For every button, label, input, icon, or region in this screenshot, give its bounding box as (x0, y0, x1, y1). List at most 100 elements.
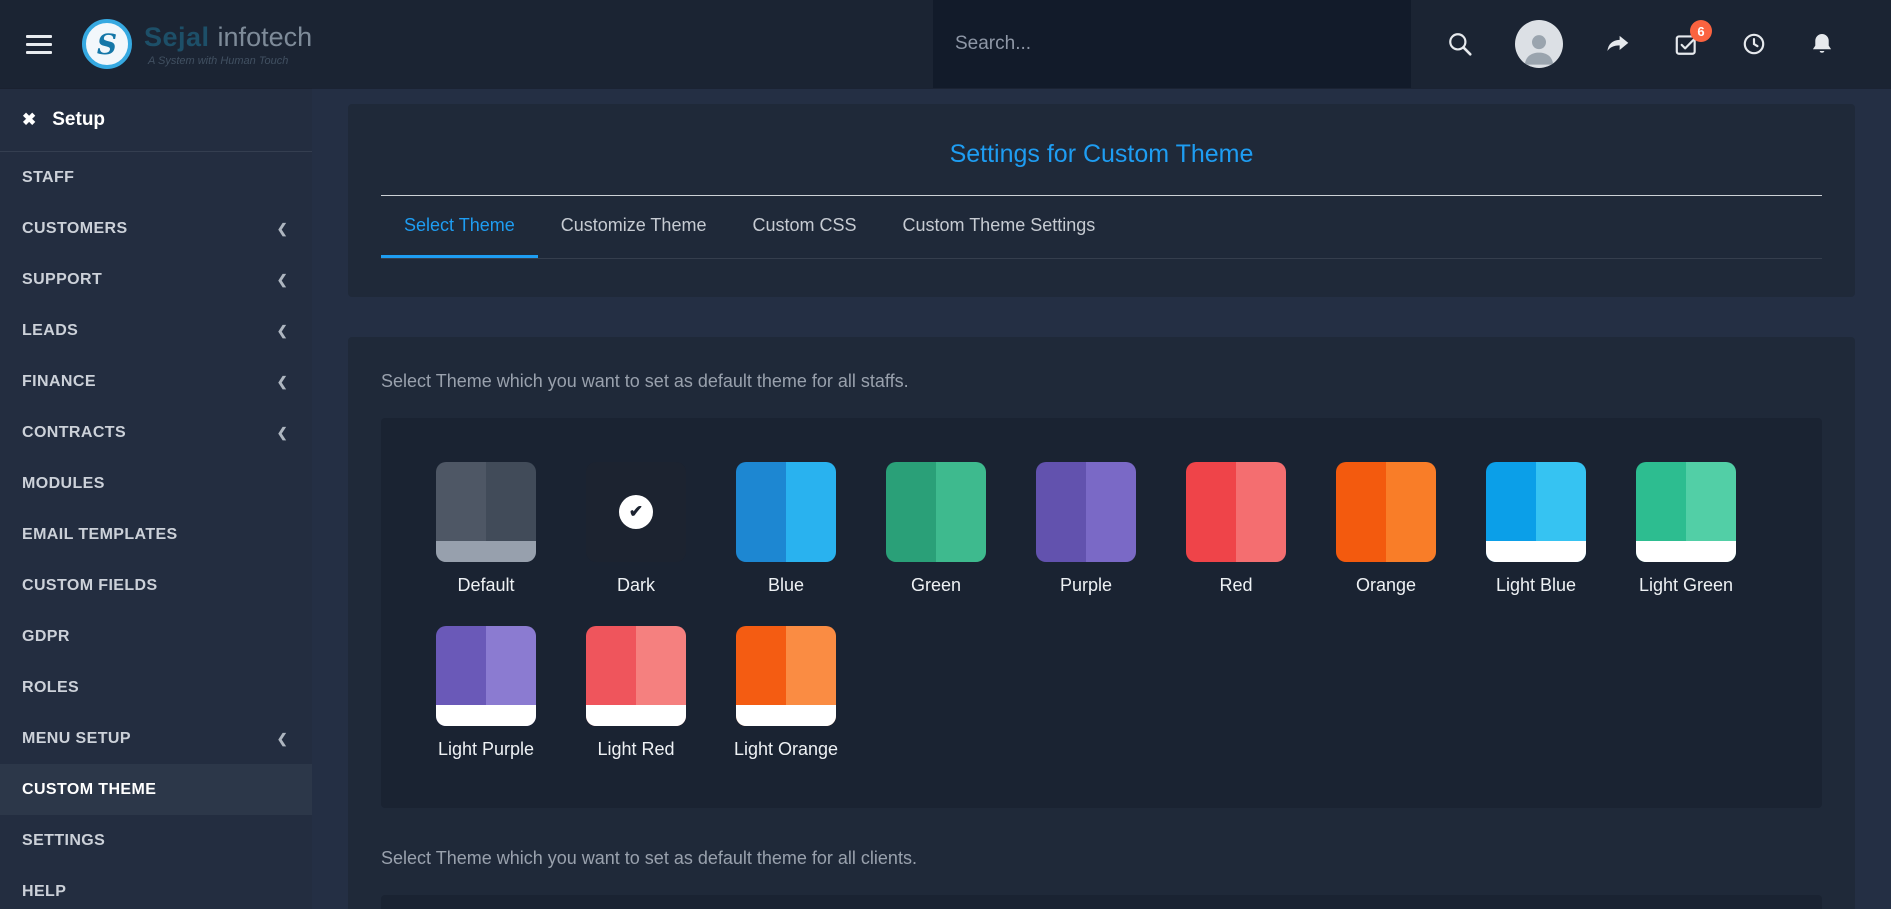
theme-preview: ✔ (436, 462, 536, 562)
client-theme-instruction: Select Theme which you want to set as de… (381, 848, 1822, 869)
theme-swatch-red[interactable]: ✔ Red (1186, 462, 1286, 596)
chevron-left-icon: ❮ (277, 374, 288, 390)
sidebar-item-label: SETTINGS (22, 832, 105, 850)
theme-preview: ✔ (736, 626, 836, 726)
sidebar-item-label: STAFF (22, 169, 74, 187)
sidebar-item-label: CONTRACTS (22, 424, 126, 442)
header-icons: 6 (1411, 20, 1891, 68)
sidebar-item-support[interactable]: SUPPORT ❮ (0, 254, 312, 305)
sidebar: ✖ Setup STAFF ❮ CUSTOMERS ❮ SUPPORT ❮ LE… (0, 88, 312, 909)
chevron-left-icon: ❮ (277, 323, 288, 339)
sidebar-item-leads[interactable]: LEADS ❮ (0, 305, 312, 356)
theme-preview: ✔ (736, 462, 836, 562)
sidebar-item-customers[interactable]: CUSTOMERS ❮ (0, 203, 312, 254)
sidebar-item-gdpr[interactable]: GDPR ❮ (0, 611, 312, 662)
tab-custom-theme-settings[interactable]: Custom Theme Settings (880, 196, 1119, 258)
theme-swatch-light-blue[interactable]: ✔ Light Blue (1486, 462, 1586, 596)
staff-theme-instruction: Select Theme which you want to set as de… (381, 371, 1822, 392)
global-search[interactable] (933, 0, 1411, 88)
sidebar-item-email-templates[interactable]: EMAIL TEMPLATES ❮ (0, 509, 312, 560)
theme-swatch-light-green[interactable]: ✔ Light Green (1636, 462, 1736, 596)
page-title: Settings for Custom Theme (381, 140, 1822, 169)
sidebar-item-label: MODULES (22, 475, 105, 493)
brand-text: Sejal infotech A System with Human Touch (144, 22, 312, 67)
brand-name-first: Sejal (144, 22, 210, 53)
sidebar-item-label: HELP (22, 883, 66, 901)
theme-name: Red (1219, 575, 1252, 596)
sidebar-item-menu-setup[interactable]: MENU SETUP ❮ (0, 713, 312, 764)
tab-bar: Select Theme Customize Theme Custom CSS … (381, 195, 1822, 259)
theme-preview: ✔ (1336, 462, 1436, 562)
theme-name: Green (911, 575, 961, 596)
sidebar-item-label: FINANCE (22, 373, 96, 391)
search-icon[interactable] (1447, 31, 1473, 57)
themes-grid: ✔ Default ✔ Dark (411, 462, 1792, 760)
notifications-bell-icon[interactable] (1809, 31, 1835, 57)
sidebar-item-staff[interactable]: STAFF ❮ (0, 152, 312, 203)
theme-name: Default (457, 575, 514, 596)
theme-preview: ✔ (586, 462, 686, 562)
tab-custom-css[interactable]: Custom CSS (729, 196, 879, 258)
theme-swatch-default[interactable]: ✔ Default (436, 462, 536, 596)
sidebar-item-roles[interactable]: ROLES ❮ (0, 662, 312, 713)
sidebar-item-finance[interactable]: FINANCE ❮ (0, 356, 312, 407)
sidebar-item-contracts[interactable]: CONTRACTS ❮ (0, 407, 312, 458)
theme-swatch-orange[interactable]: ✔ Orange (1336, 462, 1436, 596)
theme-preview: ✔ (586, 626, 686, 726)
setup-label: Setup (52, 109, 105, 131)
brand-name-second: infotech (218, 22, 313, 53)
selected-check-icon: ✔ (586, 462, 686, 562)
hamburger-menu-icon[interactable] (26, 35, 52, 54)
theme-swatch-light-purple[interactable]: ✔ Light Purple (436, 626, 536, 760)
sidebar-item-label: CUSTOMERS (22, 220, 128, 238)
theme-name: Light Blue (1496, 575, 1576, 596)
theme-preview: ✔ (1186, 462, 1286, 562)
theme-swatch-dark[interactable]: ✔ Dark (586, 462, 686, 596)
theme-name: Dark (617, 575, 655, 596)
close-icon[interactable]: ✖ (22, 110, 36, 130)
theme-swatch-light-orange[interactable]: ✔ Light Orange (734, 626, 838, 760)
user-avatar[interactable] (1515, 20, 1563, 68)
search-input[interactable] (955, 33, 1389, 55)
sidebar-item-label: LEADS (22, 322, 78, 340)
client-themes-panel (381, 895, 1822, 909)
theme-name: Blue (768, 575, 804, 596)
theme-name: Light Red (597, 739, 674, 760)
theme-name: Light Purple (438, 739, 534, 760)
brand-logo[interactable]: S Sejal infotech A System with Human Tou… (82, 19, 312, 69)
theme-preview: ✔ (886, 462, 986, 562)
chevron-left-icon: ❮ (277, 221, 288, 237)
theme-swatch-light-red[interactable]: ✔ Light Red (586, 626, 686, 760)
sidebar-setup-header[interactable]: ✖ Setup (0, 88, 312, 151)
top-header: S Sejal infotech A System with Human Tou… (0, 0, 1891, 88)
theme-preview: ✔ (1636, 462, 1736, 562)
clock-icon[interactable] (1741, 31, 1767, 57)
theme-swatch-purple[interactable]: ✔ Purple (1036, 462, 1136, 596)
app-window: S Sejal infotech A System with Human Tou… (0, 0, 1891, 909)
tasks-count-badge: 6 (1690, 20, 1712, 42)
theme-preview: ✔ (436, 626, 536, 726)
tab-customize-theme[interactable]: Customize Theme (538, 196, 730, 258)
tab-select-theme[interactable]: Select Theme (381, 196, 538, 258)
theme-swatch-blue[interactable]: ✔ Blue (736, 462, 836, 596)
brand-logo-icon: S (82, 19, 132, 69)
sidebar-item-label: EMAIL TEMPLATES (22, 526, 178, 544)
main-content: Settings for Custom Theme Select Theme C… (312, 88, 1891, 909)
theme-selection-card: Select Theme which you want to set as de… (348, 337, 1855, 909)
theme-settings-card: Settings for Custom Theme Select Theme C… (348, 104, 1855, 297)
share-arrow-icon[interactable] (1605, 31, 1631, 57)
theme-preview: ✔ (1486, 462, 1586, 562)
sidebar-item-settings[interactable]: SETTINGS ❮ (0, 815, 312, 866)
sidebar-item-custom-theme[interactable]: CUSTOM THEME ❮ (0, 764, 312, 815)
sidebar-item-label: ROLES (22, 679, 79, 697)
sidebar-item-custom-fields[interactable]: CUSTOM FIELDS ❮ (0, 560, 312, 611)
sidebar-item-label: SUPPORT (22, 271, 102, 289)
sidebar-item-modules[interactable]: MODULES ❮ (0, 458, 312, 509)
theme-name: Light Orange (734, 739, 838, 760)
theme-swatch-green[interactable]: ✔ Green (886, 462, 986, 596)
sidebar-item-help[interactable]: HELP ❮ (0, 866, 312, 909)
theme-preview: ✔ (1036, 462, 1136, 562)
sidebar-item-label: GDPR (22, 628, 70, 646)
chevron-left-icon: ❮ (277, 272, 288, 288)
tasks-checkbox-icon[interactable]: 6 (1673, 31, 1699, 57)
